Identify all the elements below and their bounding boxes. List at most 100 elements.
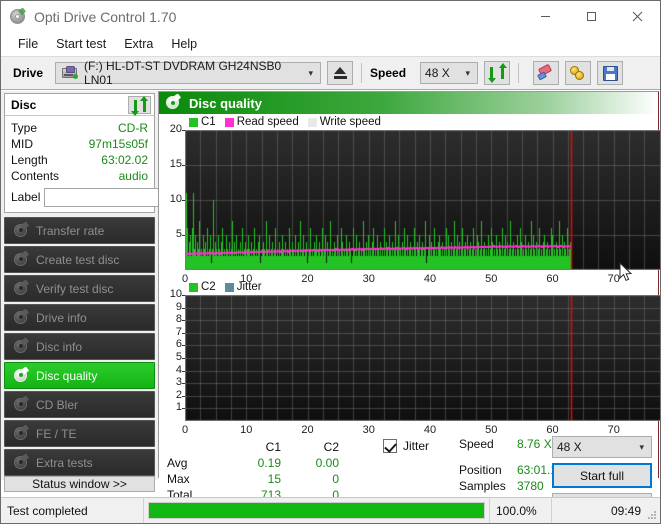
legend-item-read-speed: Read speed <box>225 116 299 128</box>
y-axis-tick <box>182 371 185 372</box>
test-extra-tests[interactable]: Extra tests <box>4 449 155 476</box>
legend-swatch-icon <box>225 283 234 292</box>
gold-discs-icon <box>570 66 586 81</box>
legend-label: Read speed <box>237 116 299 128</box>
c1-chart-legend: C1Read speedWrite speed <box>189 116 386 128</box>
window-controls <box>522 1 660 32</box>
disc-length-value: 63:02.02 <box>101 152 148 168</box>
floppy-save-icon <box>603 66 618 81</box>
samples-row: Samples 3780 <box>459 479 563 493</box>
disc-icon <box>13 426 29 442</box>
legend-swatch-icon <box>308 118 317 127</box>
drive-label: Drive <box>13 66 43 80</box>
start-full-button[interactable]: Start full <box>552 463 652 488</box>
stats-row-label-avg: Avg <box>167 455 223 471</box>
table-row: Avg 0.19 0.00 <box>167 455 339 471</box>
speed-row: Speed 8.76 X <box>459 437 563 451</box>
test-speed-select[interactable]: 48 X ▾ <box>552 436 652 458</box>
samples-value: 3780 <box>517 479 544 493</box>
disc-row-length: Length 63:02.02 <box>11 152 148 168</box>
disc-icon <box>13 281 29 297</box>
main-area: Disc Type CD-R MID 97m15s05f Len <box>1 91 660 480</box>
speed-select[interactable]: 48 X ▾ <box>420 62 478 84</box>
resize-grip-icon[interactable] <box>647 510 657 520</box>
menu-start-test[interactable]: Start test <box>47 34 115 54</box>
c2-plot-canvas[interactable] <box>185 295 661 421</box>
stats-area: C1 C2 Avg 0.19 0.00 Max 15 0 <box>159 433 658 478</box>
disc-group-title: Disc <box>11 98 36 112</box>
save-button[interactable] <box>597 61 623 85</box>
disc-quality-icon <box>166 96 181 111</box>
y-axis-tick <box>182 235 185 236</box>
test-verify-test-disc[interactable]: Verify test disc <box>4 275 155 302</box>
measurement-values: Speed 8.76 X Position 63:01.11 Samples 3… <box>459 437 563 493</box>
speed-label: Speed <box>370 66 406 80</box>
progress-bar <box>143 498 489 524</box>
error-stats-table: C1 C2 Avg 0.19 0.00 Max 15 0 <box>167 439 339 478</box>
toolbar-divider-1 <box>361 63 362 83</box>
minimize-button[interactable] <box>522 1 568 32</box>
y-axis-tick-label: 9 <box>161 301 182 313</box>
quality-button[interactable] <box>565 61 591 85</box>
legend-label: Jitter <box>237 281 262 293</box>
jitter-checkbox[interactable] <box>383 439 397 453</box>
refresh-icon <box>133 98 147 112</box>
test-cd-bler[interactable]: CD Bler <box>4 391 155 418</box>
drive-select-value: (F:) HL-DT-ST DVDRAM GH24NSB0 LN01 <box>84 59 308 87</box>
stats-avg-c1: 0.19 <box>223 455 281 471</box>
test-disc-quality[interactable]: Disc quality <box>4 362 155 389</box>
y-axis-tick-label: 5 <box>161 228 182 240</box>
test-create-test-disc[interactable]: Create test disc <box>4 246 155 273</box>
legend-swatch-icon <box>189 283 198 292</box>
y-axis-tick <box>182 308 185 309</box>
y-axis-tick <box>182 408 185 409</box>
stats-avg-c2: 0.00 <box>281 455 339 471</box>
disc-refresh-button[interactable] <box>128 96 151 114</box>
y-axis-tick-label: 20 <box>161 123 182 135</box>
table-header-row: C1 C2 <box>167 439 339 455</box>
test-transfer-rate[interactable]: Transfer rate <box>4 217 155 244</box>
menu-extra[interactable]: Extra <box>115 34 162 54</box>
test-label: Disc quality <box>36 369 97 383</box>
legend-label: C2 <box>201 281 216 293</box>
progress-percent: 100.0% <box>489 498 551 524</box>
c2-chart[interactable]: C2Jitter 123456789102%4%6%8%10%010203040… <box>159 279 658 433</box>
test-drive-info[interactable]: Drive info <box>4 304 155 331</box>
status-text: Test completed <box>1 498 143 524</box>
status-bar: Test completed 100.0% 09:49 <box>1 497 660 523</box>
refresh-drive-button[interactable] <box>484 61 510 85</box>
jitter-checkbox-group[interactable]: Jitter <box>383 439 429 453</box>
status-window-button[interactable]: Status window >> <box>4 476 155 492</box>
y-axis-tick-label: 5 <box>161 351 182 363</box>
window-title: Opti Drive Control 1.70 <box>34 9 176 25</box>
test-disc-info[interactable]: Disc info <box>4 333 155 360</box>
disc-mid-value: 97m15s05f <box>89 136 148 152</box>
position-row: Position 63:01.11 <box>459 463 563 477</box>
erase-button[interactable] <box>533 61 559 85</box>
speed-value: 8.76 X <box>517 437 552 451</box>
legend-label: C1 <box>201 116 216 128</box>
maximize-button[interactable] <box>568 1 614 32</box>
progress-track <box>148 502 485 519</box>
menu-help[interactable]: Help <box>162 34 206 54</box>
stats-corner <box>167 439 223 455</box>
y-axis-tick <box>182 295 185 296</box>
legend-item-c2: C2 <box>189 281 216 293</box>
eject-button[interactable] <box>327 61 353 85</box>
test-fe-te[interactable]: FE / TE <box>4 420 155 447</box>
c1-chart[interactable]: C1Read speedWrite speed 51015208 X16 X24… <box>159 114 658 279</box>
disc-icon <box>13 455 29 471</box>
menu-file[interactable]: File <box>9 34 47 54</box>
disc-icon <box>13 223 29 239</box>
c1-plot-canvas[interactable] <box>185 130 661 270</box>
test-label: CD Bler <box>36 398 78 412</box>
disc-icon <box>13 310 29 326</box>
app-disc-icon <box>9 8 27 26</box>
disc-icon <box>13 339 29 355</box>
y-axis-tick-label: 10 <box>161 288 182 300</box>
drive-select[interactable]: (F:) HL-DT-ST DVDRAM GH24NSB0 LN01 ▾ <box>55 62 321 84</box>
disc-contents-value: audio <box>119 168 148 184</box>
y-axis-tick-label: 15 <box>161 158 182 170</box>
close-button[interactable] <box>614 1 660 32</box>
left-sidebar: Disc Type CD-R MID 97m15s05f Len <box>1 91 158 480</box>
